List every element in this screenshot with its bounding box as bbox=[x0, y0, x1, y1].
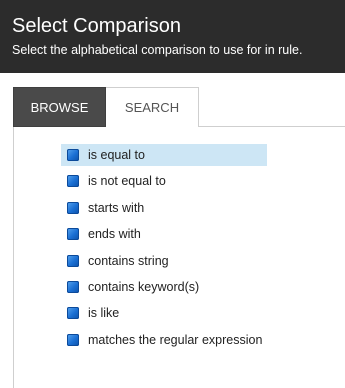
list-item-label: is equal to bbox=[88, 148, 145, 162]
blue-square-icon bbox=[67, 149, 79, 161]
list-item-starts-with[interactable]: starts with bbox=[61, 197, 267, 219]
list-item-matches-regex[interactable]: matches the regular expression bbox=[61, 329, 267, 351]
blue-square-icon bbox=[67, 228, 79, 241]
list-item-is-like[interactable]: is like bbox=[61, 302, 267, 324]
blue-square-icon bbox=[67, 333, 79, 346]
list-item-label: contains keyword(s) bbox=[88, 279, 200, 294]
list-item-label: contains string bbox=[88, 253, 169, 268]
dialog-title: Select Comparison bbox=[12, 15, 181, 37]
tab-bar: BROWSE SEARCH bbox=[13, 87, 345, 127]
browse-panel: is equal to is not equal to starts with … bbox=[13, 127, 345, 388]
list-item-contains-keywords[interactable]: contains keyword(s) bbox=[61, 276, 267, 298]
tab-browse[interactable]: BROWSE bbox=[13, 87, 106, 127]
blue-square-icon bbox=[67, 280, 79, 293]
tab-search[interactable]: SEARCH bbox=[106, 87, 199, 127]
list-item-is-not-equal-to[interactable]: is not equal to bbox=[61, 170, 267, 192]
list-item-contains-string[interactable]: contains string bbox=[61, 250, 267, 272]
list-item-label: is like bbox=[88, 306, 120, 321]
comparison-list: is equal to is not equal to starts with … bbox=[61, 144, 268, 355]
list-item-label: ends with bbox=[88, 227, 141, 242]
blue-square-icon bbox=[67, 307, 79, 320]
list-item-label: starts with bbox=[88, 200, 145, 215]
list-item-label: matches the regular expression bbox=[88, 332, 263, 347]
blue-square-icon bbox=[67, 201, 79, 214]
blue-square-icon bbox=[67, 254, 79, 267]
dialog-header: Select Comparison Select the alphabetica… bbox=[0, 0, 345, 73]
dialog-subtitle: Select the alphabetical comparison to us… bbox=[12, 43, 303, 57]
list-item-label: is not equal to bbox=[88, 174, 166, 189]
blue-square-icon bbox=[67, 175, 79, 188]
list-item-is-equal-to[interactable]: is equal to bbox=[61, 144, 268, 166]
list-item-ends-with[interactable]: ends with bbox=[61, 223, 267, 245]
